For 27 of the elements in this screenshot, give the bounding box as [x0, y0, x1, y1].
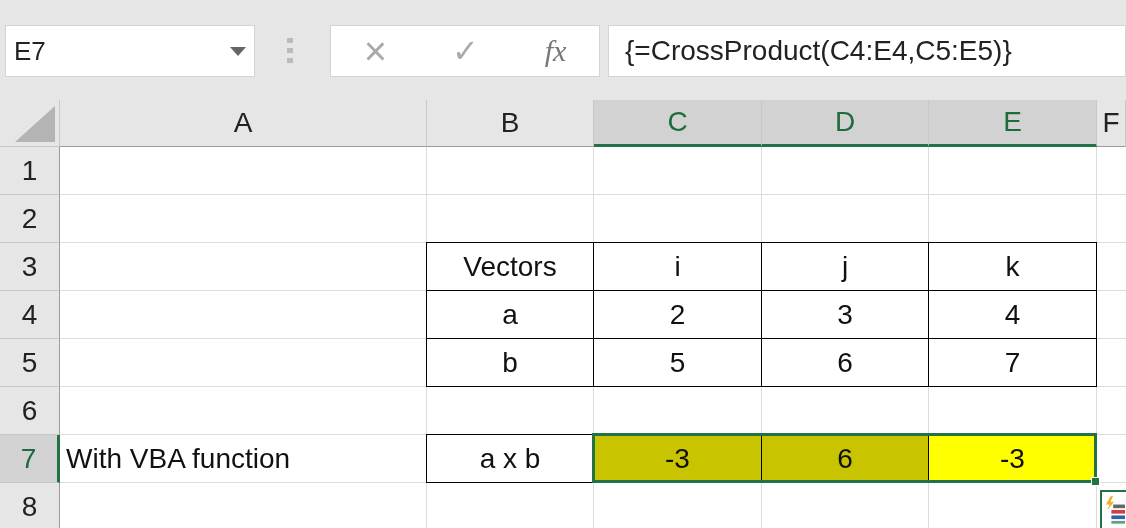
table-cell: b	[426, 338, 594, 387]
table-cell: a x b	[426, 434, 594, 483]
row-header[interactable]: 4	[0, 291, 60, 339]
insert-function-button[interactable]: fx	[544, 36, 567, 66]
flash-fill-button[interactable]	[1100, 490, 1126, 528]
row-header[interactable]: 6	[0, 387, 60, 435]
row-header[interactable]: 1	[0, 147, 60, 195]
row-header[interactable]: 5	[0, 339, 60, 387]
row-header[interactable]: 7	[0, 435, 60, 483]
formula-field[interactable]: {=CrossProduct(C4:E4,C5:E5)}	[608, 25, 1126, 77]
column-header[interactable]: B	[427, 100, 594, 147]
table-cell: 7	[928, 338, 1097, 387]
dropdown-caret-icon	[230, 46, 246, 56]
row-header[interactable]: 2	[0, 195, 60, 243]
name-box[interactable]: E7	[5, 25, 255, 77]
row-header[interactable]: 8	[0, 483, 60, 528]
flash-fill-icon	[1105, 495, 1125, 525]
grip-icon	[285, 36, 295, 66]
column-header[interactable]: A	[60, 100, 427, 147]
column-header[interactable]: C	[594, 100, 762, 147]
row-header[interactable]: 3	[0, 243, 60, 291]
table-cell: Vectors	[426, 242, 594, 291]
column-header[interactable]: E	[929, 100, 1097, 147]
table-cell: k	[928, 242, 1097, 291]
table-cell: With VBA function	[60, 435, 427, 483]
column-header[interactable]: F	[1097, 100, 1126, 147]
column-header[interactable]: D	[762, 100, 929, 147]
